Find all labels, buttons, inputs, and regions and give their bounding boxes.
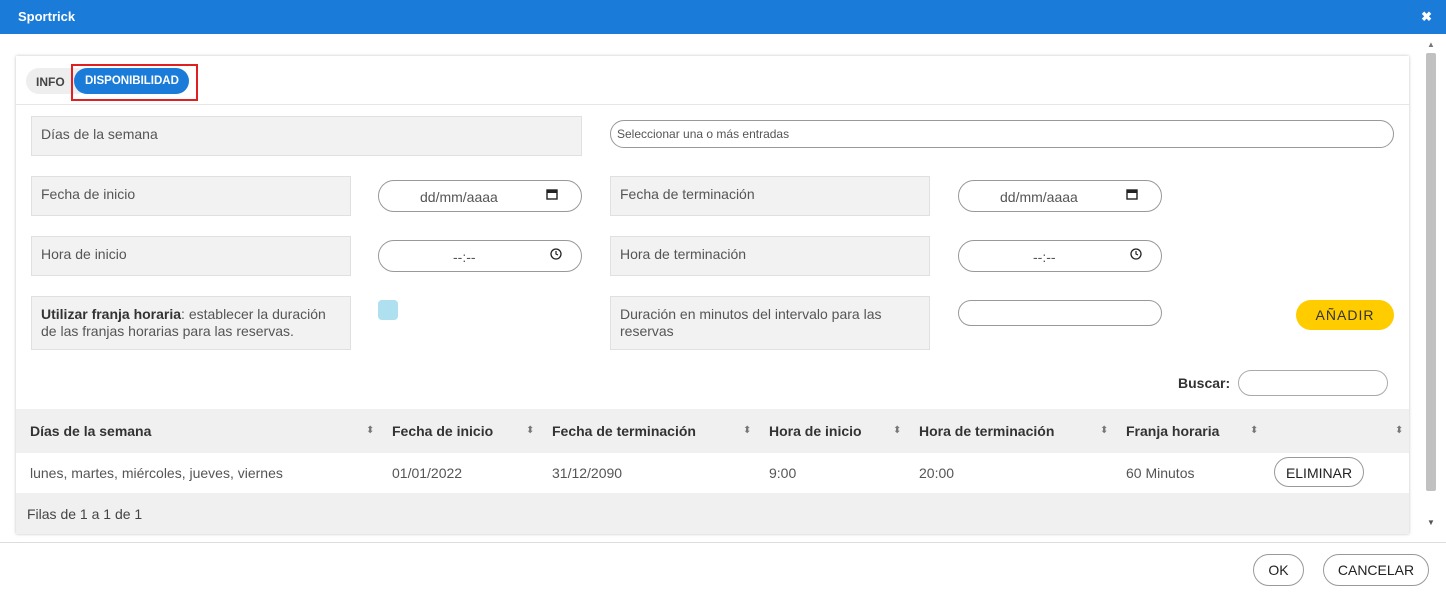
- tab-highlight-box: [71, 64, 198, 101]
- col-hora-fin[interactable]: Hora de terminación: [919, 423, 1054, 439]
- cell-hora-inicio: 9:00: [769, 465, 797, 481]
- hora-fin-label: Hora de terminación: [610, 236, 930, 276]
- cell-fecha-inicio: 01/01/2022: [392, 465, 463, 481]
- ok-button[interactable]: OK: [1253, 554, 1304, 586]
- sort-icon[interactable]: ⬍: [366, 425, 374, 436]
- footer-divider: [0, 542, 1446, 543]
- search-input[interactable]: [1238, 370, 1388, 396]
- vertical-scrollbar[interactable]: ▲ ▼: [1424, 34, 1438, 534]
- duracion-label: Duración en minutos del intervalo para l…: [610, 296, 930, 350]
- fecha-inicio-input[interactable]: dd/mm/aaaa: [378, 180, 582, 212]
- scroll-down-icon[interactable]: ▼: [1427, 518, 1435, 527]
- fecha-fin-input[interactable]: dd/mm/aaaa: [958, 180, 1162, 212]
- tab-divider: [16, 104, 1409, 105]
- clock-icon[interactable]: [1130, 248, 1142, 263]
- scroll-up-icon[interactable]: ▲: [1427, 40, 1435, 49]
- fecha-inicio-label: Fecha de inicio: [31, 176, 351, 216]
- fecha-fin-label: Fecha de terminación: [610, 176, 930, 216]
- franja-label: Utilizar franja horaria: establecer la d…: [31, 296, 351, 350]
- col-hora-inicio[interactable]: Hora de inicio: [769, 423, 862, 439]
- dialog-content: INFO DISPONIBILIDAD Días de la semana Se…: [0, 34, 1446, 542]
- table-row: lunes, martes, miércoles, jueves, vierne…: [16, 453, 1409, 493]
- calendar-icon[interactable]: [1126, 188, 1138, 203]
- search-label: Buscar:: [1178, 375, 1231, 391]
- clock-icon[interactable]: [550, 248, 562, 263]
- sort-icon[interactable]: ⬍: [526, 425, 534, 436]
- scroll-thumb[interactable]: [1426, 53, 1436, 491]
- cell-fecha-fin: 31/12/2090: [552, 465, 623, 481]
- sort-icon[interactable]: ⬍: [1250, 425, 1258, 436]
- col-fecha-fin[interactable]: Fecha de terminación: [552, 423, 696, 439]
- hora-fin-input[interactable]: --:--: [958, 240, 1162, 272]
- franja-checkbox[interactable]: [378, 300, 398, 320]
- sort-icon[interactable]: ⬍: [1100, 425, 1108, 436]
- table-footer: Filas de 1 a 1 de 1: [16, 493, 1409, 534]
- add-button[interactable]: AÑADIR: [1296, 300, 1394, 330]
- cell-dias: lunes, martes, miércoles, jueves, vierne…: [30, 465, 283, 481]
- franja-label-bold: Utilizar franja horaria: [41, 306, 182, 322]
- hora-fin-value: --:--: [1033, 249, 1056, 265]
- col-fecha-inicio[interactable]: Fecha de inicio: [392, 423, 493, 439]
- window-title: Sportrick: [18, 9, 76, 24]
- fecha-fin-value: dd/mm/aaaa: [1000, 189, 1078, 205]
- col-dias[interactable]: Días de la semana: [30, 423, 151, 439]
- title-bar: Sportrick ✖: [0, 0, 1446, 34]
- table-header: Días de la semana ⬍ Fecha de inicio ⬍ Fe…: [16, 409, 1409, 453]
- cell-hora-fin: 20:00: [919, 465, 955, 481]
- dias-label: Días de la semana: [31, 116, 582, 156]
- hora-inicio-input[interactable]: --:--: [378, 240, 582, 272]
- sort-icon[interactable]: ⬍: [1395, 425, 1403, 436]
- table-info: Filas de 1 a 1 de 1: [27, 506, 143, 522]
- hora-inicio-label: Hora de inicio: [31, 236, 351, 276]
- dias-select[interactable]: Seleccionar una o más entradas: [610, 120, 1394, 148]
- cancel-button[interactable]: CANCELAR: [1323, 554, 1429, 586]
- duracion-input[interactable]: [958, 300, 1162, 326]
- form-panel: INFO DISPONIBILIDAD Días de la semana Se…: [16, 56, 1409, 534]
- sort-icon[interactable]: ⬍: [743, 425, 751, 436]
- cell-franja: 60 Minutos: [1126, 465, 1195, 481]
- hora-inicio-value: --:--: [453, 249, 476, 265]
- fecha-inicio-value: dd/mm/aaaa: [420, 189, 498, 205]
- close-icon[interactable]: ✖: [1421, 9, 1432, 25]
- delete-button[interactable]: ELIMINAR: [1274, 457, 1364, 487]
- sort-icon[interactable]: ⬍: [893, 425, 901, 436]
- calendar-icon[interactable]: [546, 188, 558, 203]
- col-franja[interactable]: Franja horaria: [1126, 423, 1219, 439]
